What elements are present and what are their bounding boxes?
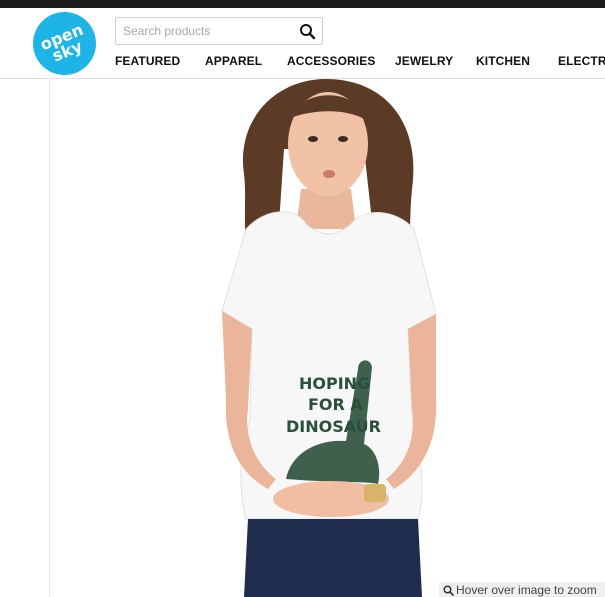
magnifier-icon [443,585,454,596]
logo-text: open sky [37,19,86,65]
zoom-hint-text: Hover over image to zoom [456,583,597,597]
top-strip [0,0,605,8]
opensky-logo[interactable]: open sky [33,12,96,75]
search-icon[interactable] [298,22,318,42]
nav-item-electronics[interactable]: ELECTRO [558,54,605,68]
nav-item-jewelry[interactable]: JEWELRY [395,54,453,68]
sidebar-divider [49,79,50,597]
zoom-hint: Hover over image to zoom [439,582,605,597]
search-box [115,17,323,45]
product-image[interactable]: HOPING FOR A DINOSAUR [186,79,476,597]
site-header: open sky FEATURED APPAREL ACCESSORIES JE… [0,8,605,79]
svg-text:DINOSAUR: DINOSAUR [286,417,381,436]
nav-item-accessories[interactable]: ACCESSORIES [287,54,375,68]
nav-item-kitchen[interactable]: KITCHEN [476,54,530,68]
search-input[interactable] [116,18,294,44]
model-photo: HOPING FOR A DINOSAUR [186,79,476,597]
nav-item-featured[interactable]: FEATURED [115,54,180,68]
nav-item-apparel[interactable]: APPAREL [205,54,262,68]
